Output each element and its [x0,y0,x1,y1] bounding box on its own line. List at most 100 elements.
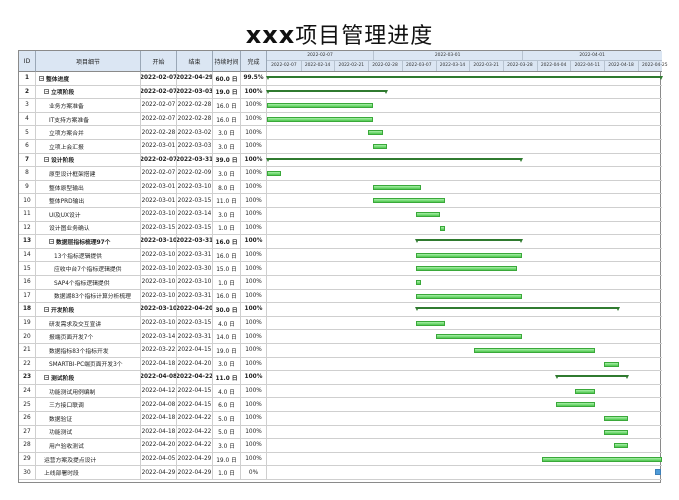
gantt-summary-bar[interactable] [416,239,523,242]
gantt-pending-marker[interactable] [655,469,662,476]
row-start: 2022-03-15 [141,221,177,235]
collapse-toggle-icon[interactable]: − [44,306,49,312]
gantt-task-bar[interactable] [368,130,383,136]
timeline-separator [570,61,572,71]
row-end: 2022-04-22 [177,425,213,439]
gantt-task-bar[interactable] [556,402,595,408]
gantt-summary-bar[interactable] [416,307,619,310]
row-duration: 1.0 日 [213,221,241,235]
gantt-summary-bar[interactable] [267,76,662,78]
table-row[interactable]: 2− 立项阶段 2022-02-07 2022-03-03 19.0 日 100% [19,85,662,100]
row-id: 24 [19,384,36,398]
gantt-task-bar[interactable] [372,198,446,204]
gantt-task-bar[interactable] [416,320,446,326]
table-row[interactable]: 6 立项上会汇报 2022-03-01 2022-03-03 3.0 日 100% [19,140,662,154]
row-done: 100% [241,316,267,330]
row-id: 4 [19,112,36,126]
timeline-separator [503,61,505,71]
row-end: 2022-03-15 [177,194,213,207]
gantt-task-bar[interactable] [613,443,629,449]
gantt-task-bar[interactable] [474,348,595,353]
table-row[interactable]: 10 整体PRD输出 2022-03-01 2022-03-15 11.0 日 100% [19,194,662,208]
timeline-month-label: 2022-04-01 [579,53,605,58]
table-row[interactable]: 21 数据指标83个指标开发 2022-03-22 2022-04-15 19.0 日1… [19,344,662,358]
table-row[interactable]: 15 应收中台7个指标逻辑提供 2022-03-10 2022-03-30 15.0 日… [19,262,662,276]
table-row[interactable]: 13− 数据层指标梳理97个 2022-03-10 2022-03-31 16.0 日1… [19,235,662,249]
gantt-task-bar[interactable] [372,144,388,149]
row-duration: 11.0 日 [213,371,241,384]
gantt-task-bar[interactable] [416,293,523,299]
column-header-name[interactable]: 项目细节 [36,51,141,72]
gantt-task-bar[interactable] [435,334,523,340]
gantt-task-bar[interactable] [416,280,422,285]
table-row[interactable]: 22 SMARTBI-PC端页面开发3个 2022-04-18 2022-04-20 3… [19,357,662,372]
row-name-text: 整体原型输出 [49,185,84,192]
gantt-task-bar[interactable] [604,416,629,421]
table-row[interactable]: 1− 整体进度 2022-02-07 2022-04-29 60.0 日 99.5% [19,72,663,86]
summary-start-cap [555,375,560,380]
table-row[interactable]: 19 研发需求及交互宣讲 2022-03-10 2022-03-15 4.0 日 100% [19,316,662,331]
column-header-end[interactable]: 结束 [177,51,213,72]
table-row[interactable]: 16 SAP4个指标逻辑提供 2022-03-10 2022-03-10 1.0 日 10… [19,276,662,290]
table-row[interactable]: 18− 开发阶段 2022-03-10 2022-04-20 30.0 日 100% [19,303,662,317]
collapse-toggle-icon[interactable]: − [44,157,49,163]
gantt-task-bar[interactable] [267,103,373,109]
gantt-task-bar[interactable] [267,171,282,177]
table-row[interactable]: 9 整体原型输出 2022-03-01 2022-03-10 8.0 日 100% [19,180,662,195]
row-name-text: 立项方案合并 [49,131,84,138]
gantt-task-bar[interactable] [372,184,422,190]
gantt-task-bar[interactable] [440,225,446,231]
row-name: − 开发阶段 [36,303,141,316]
table-row[interactable]: 23− 测试阶段 2022-04-08 2022-04-22 11.0 日 100% [19,371,662,385]
row-duration: 16.0 日 [213,235,241,248]
table-row[interactable]: 3 业务方案准备 2022-02-07 2022-02-28 16.0 日 100% [19,99,662,113]
gantt-summary-bar[interactable] [556,375,629,378]
gantt-task-bar[interactable] [416,252,523,258]
collapse-toggle-icon[interactable]: − [44,374,49,380]
table-row[interactable]: 17 数据湖83个指标计算分析梳理 2022-03-10 2022-03-31 16.0… [19,289,662,304]
table-row[interactable]: 5 立项方案合并 2022-02-28 2022-03-02 3.0 日 100% [19,126,662,140]
column-header-done[interactable]: 完成 [241,51,267,72]
table-row[interactable]: 27 功能测试 2022-04-18 2022-04-22 5.0 日 100% [19,425,662,440]
table-row[interactable]: 11 UI及UX设计 2022-03-10 2022-03-14 3.0 日 100% [19,208,662,222]
collapse-toggle-icon[interactable]: − [44,89,49,95]
collapse-toggle-icon[interactable]: − [49,238,54,244]
table-row[interactable]: 7− 设计阶段 2022-02-07 2022-03-31 39.0 日 100% [19,153,662,168]
row-name-text: 用户验收测试 [49,443,84,450]
row-start: 2022-02-07 [141,112,177,126]
table-row[interactable]: 30 上线部署时段 2022-04-29 2022-04-29 1.0 日 0% [19,466,662,480]
gantt-task-bar[interactable] [267,116,373,122]
column-header-id[interactable]: ID [19,51,36,72]
row-start: 2022-04-20 [141,439,177,452]
row-done: 100% [241,330,267,343]
gantt-task-bar[interactable] [604,361,619,367]
row-duration: 8.0 日 [213,180,241,194]
table-row[interactable]: 14 13个指标逻辑提供 2022-03-10 2022-03-31 16.0 日 100… [19,248,662,263]
column-header-start[interactable]: 开始 [141,51,177,72]
row-name-text: 设计图业务确认 [49,226,90,233]
gantt-task-bar[interactable] [604,429,629,435]
collapse-toggle-icon[interactable]: − [39,75,44,81]
gantt-task-bar[interactable] [541,456,662,462]
gantt-task-bar[interactable] [575,388,595,394]
table-row[interactable]: 24 功能测试用例编制 2022-04-12 2022-04-15 4.0 日 100% [19,384,662,399]
table-row[interactable]: 12 设计图业务确认 2022-03-15 2022-03-15 1.0 日 100% [19,221,662,236]
table-row[interactable]: 26 数据验证 2022-04-18 2022-04-22 5.0 日 100% [19,412,662,426]
table-row[interactable]: 29 运营方案及提点设计 2022-04-05 2022-04-29 19.0 日 100… [19,452,662,467]
gantt-summary-bar[interactable] [267,89,388,92]
table-row[interactable]: 8 原型设计框架搭建 2022-02-07 2022-02-09 3.0 日 100% [19,167,662,181]
gantt-summary-bar[interactable] [267,157,523,160]
row-end: 2022-04-22 [177,439,213,452]
row-end: 2022-03-03 [177,85,213,99]
row-name: 功能测试 [36,425,141,439]
row-name-text: SAP4个指标逻辑提供 [54,280,110,287]
table-row[interactable]: 25 三方接口联调 2022-04-08 2022-04-15 6.0 日 100% [19,398,662,412]
table-row[interactable]: 4 IT支持方案准备 2022-02-07 2022-02-28 16.0 日 100% [19,112,662,127]
table-row[interactable]: 20 报端页面开发7个 2022-03-14 2022-03-31 14.0 日 100% [19,330,662,344]
gantt-task-bar[interactable] [416,212,441,217]
column-header-duration[interactable]: 持续时间 [213,51,241,72]
row-end: 2022-04-29 [177,452,213,466]
table-row[interactable]: 28 用户验收测试 2022-04-20 2022-04-22 3.0 日 100% [19,439,662,453]
gantt-task-bar[interactable] [416,266,518,272]
title-text: 项目管理进度 [295,24,434,49]
